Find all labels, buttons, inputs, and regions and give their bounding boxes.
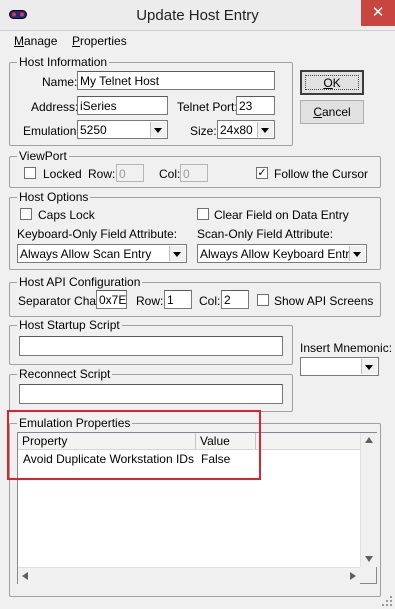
window-title: Update Host Entry [136, 7, 259, 24]
menu-bar [0, 31, 395, 51]
checkmark-icon: ✓ [257, 167, 267, 179]
viewport-row-field[interactable]: 0 [116, 164, 144, 182]
chevron-down-icon[interactable] [150, 122, 166, 137]
address-label: Address: [31, 100, 79, 114]
chevron-down-icon[interactable] [361, 359, 377, 374]
insert-mnemonic-dropdown[interactable] [300, 357, 379, 376]
size-dropdown[interactable]: 24x80 [217, 120, 275, 139]
menu-manage[interactable]: Manage [14, 34, 57, 48]
caps-lock-checkbox[interactable] [20, 208, 32, 220]
show-api-screens-label: Show API Screens [274, 294, 374, 308]
close-icon: ✕ [371, 4, 385, 21]
viewport-legend: ViewPort [17, 149, 69, 163]
caps-lock-label: Caps Lock [38, 208, 95, 222]
host-api-legend: Host API Configuration [17, 275, 143, 289]
close-button[interactable]: ✕ [361, 0, 395, 26]
scroll-right-icon[interactable] [350, 572, 356, 580]
address-field[interactable]: iSeries [77, 96, 168, 115]
scan-only-dropdown[interactable]: Always Allow Keyboard Entry [197, 244, 367, 263]
cancel-button[interactable]: Cancel [300, 100, 364, 124]
focus-rect [305, 75, 359, 90]
locked-checkbox[interactable] [24, 167, 36, 179]
scroll-up-icon[interactable] [365, 437, 373, 443]
host-information-legend: Host Information [17, 55, 110, 69]
follow-cursor-label: Follow the Cursor [274, 167, 369, 181]
api-col-field[interactable]: 2 [221, 290, 249, 309]
vertical-scrollbar[interactable] [360, 433, 377, 567]
api-col-label: Col: [199, 294, 221, 308]
keyboard-only-label: Keyboard-Only Field Attribute: [17, 227, 178, 241]
scrollbar-corner [360, 567, 376, 583]
telnet-port-label: Telnet Port: [177, 100, 238, 114]
insert-mnemonic-label: Insert Mnemonic: [300, 341, 393, 355]
chevron-down-icon[interactable] [349, 246, 365, 261]
clear-field-checkbox[interactable] [197, 208, 209, 220]
show-api-screens-checkbox[interactable] [257, 294, 269, 306]
chevron-down-icon[interactable] [257, 122, 273, 137]
viewport-col-field[interactable]: 0 [180, 164, 208, 182]
size-label: Size: [190, 124, 217, 138]
scan-only-label: Scan-Only Field Attribute: [197, 227, 334, 241]
reconnect-legend: Reconnect Script [17, 367, 113, 381]
emulation-label: Emulation: [23, 124, 80, 138]
follow-cursor-checkbox[interactable]: ✓ [256, 167, 268, 179]
host-startup-legend: Host Startup Script [17, 318, 122, 332]
separator-char-field[interactable]: 0x7E [96, 290, 127, 309]
scroll-left-icon[interactable] [22, 572, 28, 580]
name-field[interactable]: My Telnet Host [77, 71, 275, 90]
viewport-col-label: Col: [159, 167, 181, 181]
api-row-label: Row: [136, 294, 164, 308]
api-row-field[interactable]: 1 [164, 290, 192, 309]
highlight-annotation-box [7, 410, 261, 480]
reconnect-script-field[interactable] [19, 384, 283, 404]
name-label: Name: [42, 75, 78, 89]
scroll-down-icon[interactable] [365, 556, 373, 562]
resize-grip-icon[interactable] [381, 595, 393, 607]
host-options-legend: Host Options [17, 190, 91, 204]
ok-button[interactable]: OK [300, 70, 364, 95]
telnet-port-field[interactable]: 23 [236, 96, 275, 115]
emulation-dropdown[interactable]: 5250 [77, 120, 168, 139]
locked-label: Locked [43, 167, 82, 181]
separator-char-label: Separator Char: [18, 294, 104, 308]
host-startup-script-field[interactable] [19, 336, 283, 356]
clear-field-label: Clear Field on Data Entry [214, 208, 349, 222]
menu-properties[interactable]: Properties [72, 34, 127, 48]
viewport-row-label: Row: [88, 167, 116, 181]
chevron-down-icon[interactable] [169, 246, 185, 261]
keyboard-only-dropdown[interactable]: Always Allow Scan Entry [17, 244, 187, 263]
horizontal-scrollbar[interactable] [18, 567, 360, 584]
